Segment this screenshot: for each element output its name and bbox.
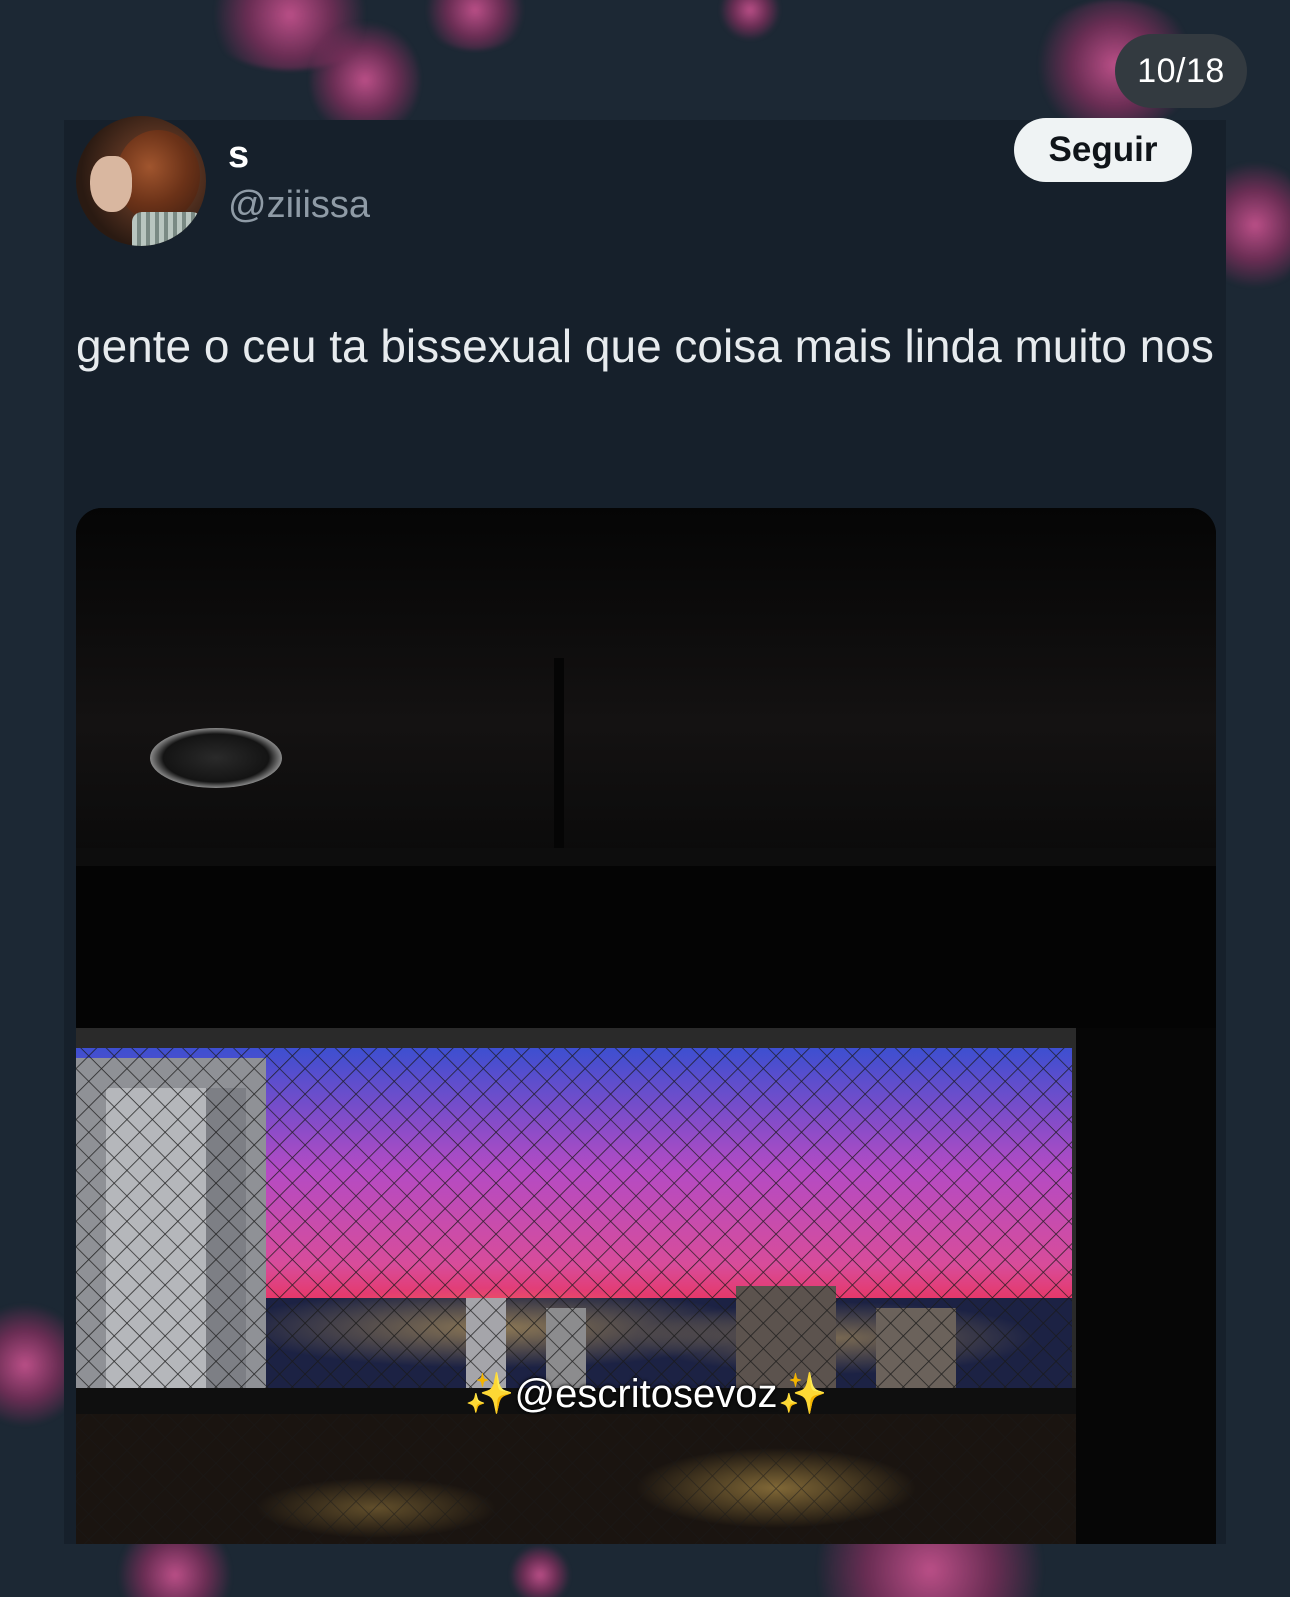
- follow-button[interactable]: Seguir: [1014, 118, 1192, 182]
- display-name[interactable]: s: [228, 134, 249, 177]
- watermark-handle: @escritosevoz: [514, 1372, 778, 1416]
- media-watermark: ✨@escritosevoz✨: [76, 1370, 1216, 1417]
- background-sparkle-decoration: [420, 0, 530, 50]
- sparkle-icon: ✨: [464, 1372, 515, 1416]
- slide-counter: 10/18: [1115, 34, 1247, 108]
- background-sparkle-decoration: [720, 0, 780, 40]
- avatar[interactable]: [76, 116, 206, 246]
- tweet-text: gente o ceu ta bissexual que coisa mais …: [76, 320, 1214, 372]
- background-sparkle-decoration: [510, 1545, 570, 1597]
- tweet-card: s @ziiissa Seguir gente o ceu ta bissexu…: [64, 116, 1226, 1544]
- screen: 10/18 s @ziiissa Seguir gente o ceu ta b…: [0, 0, 1290, 1597]
- avatar-shirt: [132, 212, 202, 246]
- avatar-face: [90, 156, 132, 212]
- tweet-media-photo[interactable]: ✨@escritosevoz✨: [76, 508, 1216, 1544]
- ceiling-lamp: [150, 728, 282, 788]
- user-handle[interactable]: @ziiissa: [228, 184, 370, 227]
- sparkle-icon: ✨: [777, 1372, 828, 1416]
